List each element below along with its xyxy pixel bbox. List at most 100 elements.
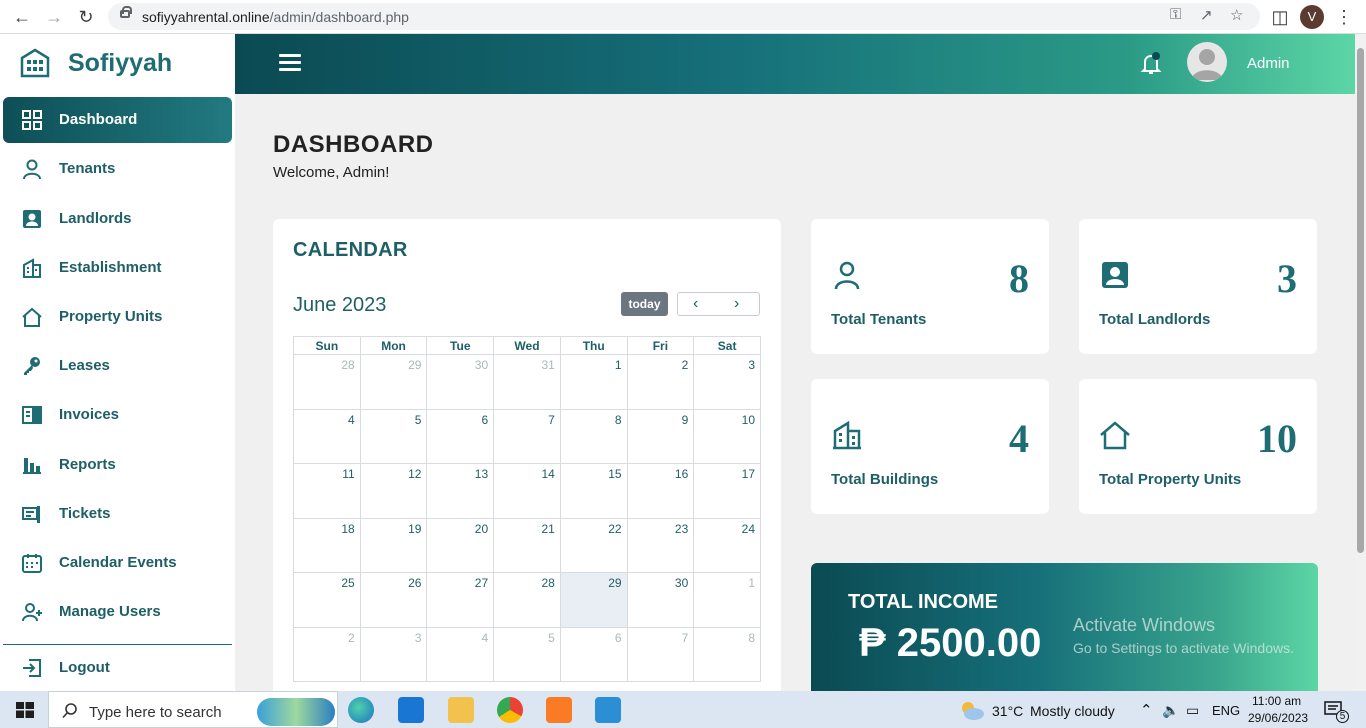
building-icon [23,258,41,278]
calendar-day-cell[interactable]: 28 [293,354,361,410]
weather-temp[interactable]: 31°C [992,703,1023,719]
share-icon[interactable]: ↗ [1200,6,1213,24]
back-icon[interactable]: ← [10,5,34,29]
calendar-day-cell[interactable]: 29 [359,354,428,410]
sidebar-item-label: Landlords [59,210,132,227]
vscode-icon[interactable] [595,697,621,723]
calendar-day-cell[interactable]: 30 [626,572,695,628]
calendar-day-cell[interactable]: 30 [426,354,495,410]
user-name[interactable]: Admin [1247,55,1290,72]
page-scrollbar[interactable] [1355,34,1366,691]
sidebar-item-label: Establishment [59,259,162,276]
calendar-day-cell[interactable]: 31 [493,354,561,410]
calendar-day-cell[interactable]: 3 [359,626,428,682]
hamburger-menu-icon[interactable] [279,54,301,72]
network-icon[interactable]: ▭ [1186,702,1199,719]
stat-card-buildings[interactable]: 4 Total Buildings [811,379,1049,514]
calendar-day-cell[interactable]: 7 [493,408,561,464]
sidebar-item-invoices[interactable]: Invoices [3,392,232,438]
calendar-day-cell[interactable]: 4 [293,408,361,464]
menu-kebab-icon[interactable]: ⋮ [1332,5,1356,29]
sidebar-item-property-units[interactable]: Property Units [3,294,232,340]
calendar-day-cell[interactable]: 17 [693,463,761,519]
calendar-day-cell[interactable]: 6 [426,408,495,464]
profile-avatar[interactable]: V [1300,5,1324,29]
calendar-day-cell[interactable]: 6 [559,626,628,682]
side-panel-icon[interactable]: ◫ [1268,5,1292,29]
stat-card-tenants[interactable]: 8 Total Tenants [811,219,1049,354]
mail-icon[interactable] [398,697,424,723]
language-indicator[interactable]: ENG [1212,703,1240,718]
chrome-icon[interactable] [497,697,523,723]
next-month-icon[interactable]: › [734,295,739,313]
today-button[interactable]: today [621,292,668,316]
calendar-day-cell[interactable]: 25 [293,572,361,628]
calendar-month: June 2023 [293,294,387,316]
calendar-week: 18 19 20 21 22 23 24 [293,517,761,573]
calendar-day-cell[interactable]: 23 [626,517,695,573]
speaker-icon[interactable]: 🔈 [1162,702,1179,719]
calendar-day-cell[interactable]: 16 [626,463,695,519]
calendar-day-cell[interactable]: 28 [493,572,561,628]
user-avatar[interactable] [1187,42,1227,82]
calendar-day-cell[interactable]: 9 [626,408,695,464]
address-bar[interactable]: sofiyyahrental.online/admin/dashboard.ph… [108,3,1260,30]
sidebar-item-tickets[interactable]: Tickets [3,491,232,537]
calendar-day-cell[interactable]: 22 [559,517,628,573]
stat-card-property-units[interactable]: 10 Total Property Units [1079,379,1317,514]
sidebar-item-reports[interactable]: Reports [3,442,232,488]
calendar-day-cell[interactable]: 27 [426,572,495,628]
edge-browser-icon[interactable] [348,697,374,723]
windows-start-icon[interactable] [16,702,34,718]
calendar-day-cell[interactable]: 21 [493,517,561,573]
prev-month-icon[interactable]: ‹ [693,295,698,313]
calendar-day-cell[interactable]: 8 [693,626,761,682]
calendar-day-cell[interactable]: 14 [493,463,561,519]
calendar-day-cell[interactable]: 5 [493,626,561,682]
weather-text[interactable]: Mostly cloudy [1030,703,1115,719]
key-icon[interactable]: ⚿ [1170,6,1181,23]
calendar-day-cell[interactable]: 11 [293,463,361,519]
sidebar-item-calendar-events[interactable]: Calendar Events [3,540,232,586]
calendar-day-cell[interactable]: 15 [559,463,628,519]
calendar-day-cell[interactable]: 13 [426,463,495,519]
sidebar-item-logout[interactable]: Logout [3,645,232,691]
clock-time[interactable]: 11:00 am [1252,694,1301,708]
brand[interactable]: Sofiyyah [18,46,172,82]
calendar-day-cell[interactable]: 26 [359,572,428,628]
calendar-day-cell[interactable]: 4 [426,626,495,682]
calendar-day-cell[interactable]: 2 [626,354,695,410]
stat-value: 10 [1257,416,1297,461]
calendar-day-cell[interactable]: 8 [559,408,628,464]
calendar-day-cell[interactable]: 19 [359,517,428,573]
sidebar-item-leases[interactable]: Leases [3,343,232,389]
xampp-icon[interactable] [546,697,572,723]
sidebar-item-establishment[interactable]: Establishment [3,245,232,291]
notification-bell-icon[interactable] [1140,52,1162,76]
sidebar-item-manage-users[interactable]: Manage Users [3,589,232,635]
taskbar-search[interactable]: Type here to search [48,691,338,728]
sidebar-item-dashboard[interactable]: Dashboard [3,97,232,143]
calendar-day-cell[interactable]: 10 [693,408,761,464]
bookmark-star-icon[interactable]: ☆ [1230,6,1243,24]
calendar-day-cell-today[interactable]: 29 [559,572,628,628]
calendar-day-cell[interactable]: 18 [293,517,361,573]
calendar-day-cell[interactable]: 20 [426,517,495,573]
calendar-day-cell[interactable]: 7 [626,626,695,682]
stat-card-landlords[interactable]: 3 Total Landlords [1079,219,1317,354]
scrollbar-thumb[interactable] [1357,48,1364,553]
clock-date[interactable]: 29/06/2023 [1248,711,1308,725]
calendar-day-cell[interactable]: 5 [359,408,428,464]
calendar-day-cell[interactable]: 2 [293,626,361,682]
calendar-day-cell[interactable]: 1 [559,354,628,410]
chevron-up-icon[interactable]: ⌃ [1140,701,1153,719]
reload-icon[interactable]: ↻ [74,5,98,29]
calendar-day-cell[interactable]: 3 [693,354,761,410]
forward-icon[interactable]: → [42,5,66,29]
calendar-day-cell[interactable]: 24 [693,517,761,573]
calendar-day-cell[interactable]: 1 [693,572,761,628]
sidebar-item-landlords[interactable]: Landlords [3,196,232,242]
calendar-day-cell[interactable]: 12 [359,463,428,519]
file-explorer-icon[interactable] [448,697,474,723]
sidebar-item-tenants[interactable]: Tenants [3,146,232,192]
